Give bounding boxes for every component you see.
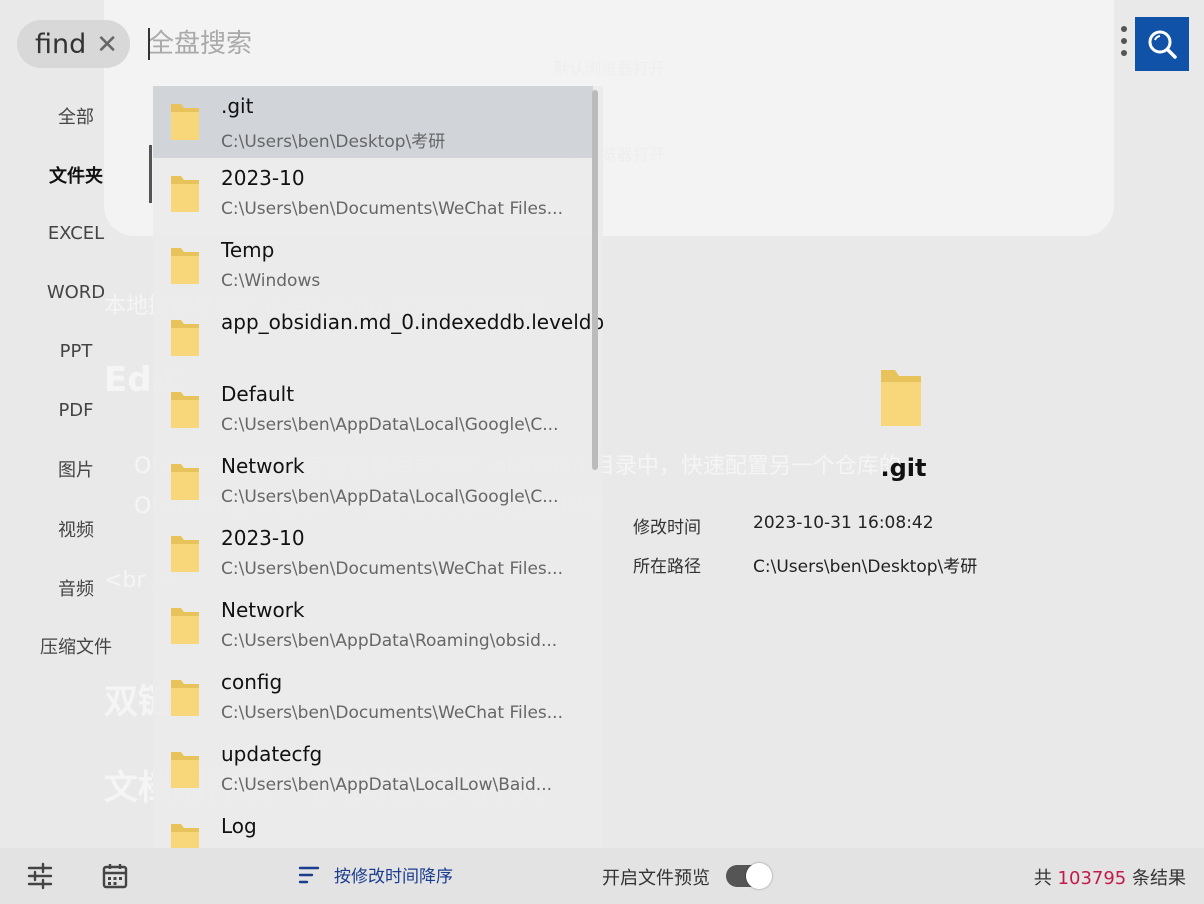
folder-icon (171, 176, 199, 212)
results-list: .git C:\Users\ben\Desktop\考研 2023-10 C:\… (153, 86, 603, 848)
result-count: 共 103795 条结果 (1034, 864, 1186, 890)
result-name: app_obsidian.md_0.indexeddb.leveldb (221, 310, 603, 334)
result-path: C:\Users\ben\Documents\WeChat Files... (221, 199, 563, 219)
sidebar-item-word[interactable]: WORD (0, 272, 152, 312)
result-row[interactable]: Temp C:\Windows (153, 230, 593, 302)
result-name: Default (221, 382, 295, 406)
folder-icon (171, 392, 199, 428)
result-row[interactable]: app_obsidian.md_0.indexeddb.leveldb (153, 302, 603, 374)
sidebar-item-archive[interactable]: 压缩文件 (0, 626, 152, 666)
result-row[interactable]: 2023-10 C:\Users\ben\Documents\WeChat Fi… (153, 518, 593, 590)
folder-icon (171, 104, 199, 140)
result-name: updatecfg (221, 742, 323, 766)
result-path: C:\Users\ben\AppData\Roaming\obsid... (221, 631, 558, 651)
search-chip-label: find (35, 28, 87, 60)
results-scrollbar[interactable] (592, 90, 598, 470)
search-button[interactable] (1135, 17, 1189, 71)
count-prefix: 共 (1033, 868, 1052, 889)
result-name: Log (221, 814, 257, 838)
folder-icon (171, 248, 199, 284)
result-row[interactable]: .git C:\Users\ben\Desktop\考研 (153, 86, 593, 158)
sort-descending-icon (298, 866, 320, 883)
close-icon[interactable]: ✕ (96, 30, 118, 60)
result-row[interactable]: Default C:\Users\ben\AppData\Local\Googl… (153, 374, 593, 446)
modified-time-label: 修改时间 (633, 518, 701, 538)
result-name: Network (221, 454, 305, 478)
result-name: config (221, 670, 283, 694)
sidebar-item-video[interactable]: 视频 (0, 509, 152, 549)
folder-icon (171, 464, 199, 500)
result-row[interactable]: Network C:\Users\ben\AppData\Local\Googl… (153, 446, 593, 518)
search-icon (1148, 30, 1177, 59)
sidebar-item-audio[interactable]: 音频 (0, 568, 152, 608)
folder-icon (171, 320, 199, 356)
folder-icon (171, 680, 199, 716)
result-path: C:\Users\ben\AppData\Local\Google\C... (221, 487, 559, 507)
result-name: Temp (221, 238, 275, 262)
search-scope-chip[interactable]: find ✕ (17, 20, 130, 68)
sidebar-item-ppt[interactable]: PPT (0, 331, 152, 371)
sidebar-item-excel[interactable]: EXCEL (0, 213, 152, 253)
calendar-icon[interactable] (101, 862, 129, 890)
result-row[interactable]: updatecfg C:\Users\ben\AppData\LocalLow\… (153, 734, 593, 806)
result-path: C:\Users\ben\Documents\WeChat Files... (221, 559, 563, 579)
result-row[interactable]: Network C:\Users\ben\AppData\Roaming\obs… (153, 590, 593, 662)
sidebar-item-pdf[interactable]: PDF (0, 390, 152, 430)
search-input[interactable] (148, 24, 1048, 64)
sidebar-item-all[interactable]: 全部 (0, 96, 152, 136)
result-row[interactable]: 2023-10 C:\Users\ben\Documents\WeChat Fi… (153, 158, 593, 230)
result-path: C:\Users\ben\AppData\LocalLow\Baid... (221, 775, 553, 795)
folder-icon (171, 752, 199, 788)
folder-icon (171, 536, 199, 572)
preview-toggle[interactable] (726, 863, 772, 889)
result-path: C:\Users\ben\Desktop\考研 (221, 132, 446, 152)
result-name: 2023-10 (221, 526, 305, 550)
count-number: 103795 (1057, 868, 1127, 889)
more-vertical-icon[interactable] (1118, 26, 1130, 62)
count-suffix: 条结果 (1132, 868, 1186, 889)
location-value[interactable]: C:\Users\ben\Desktop\考研 (753, 552, 977, 577)
sidebar-item-folder[interactable]: 文件夹 (0, 155, 152, 195)
preview-panel: .git 修改时间 2023-10-31 16:08:42 所在路径 C:\Us… (603, 236, 1204, 848)
sort-label: 按修改时间降序 (334, 867, 453, 887)
filter-settings-icon[interactable] (26, 862, 54, 890)
sort-button[interactable]: 按修改时间降序 (298, 862, 453, 887)
preview-toggle-label: 开启文件预览 (602, 868, 710, 889)
sidebar-item-image[interactable]: 图片 (0, 449, 152, 489)
result-path: C:\Users\ben\AppData\Local\Google\C... (221, 415, 559, 435)
result-path: C:\Users\ben\Documents\WeChat Files... (221, 703, 563, 723)
folder-icon (171, 608, 199, 644)
result-name: .git (221, 94, 254, 118)
result-row[interactable]: config C:\Users\ben\Documents\WeChat Fil… (153, 662, 593, 734)
text-caret (148, 28, 150, 60)
modified-time-value: 2023-10-31 16:08:42 (753, 513, 934, 533)
result-path: C:\Windows (221, 271, 321, 291)
folder-icon (171, 824, 199, 848)
result-name: Network (221, 598, 305, 622)
top-bar: find ✕ (0, 0, 1204, 88)
result-name: 2023-10 (221, 166, 305, 190)
result-row[interactable]: Log (153, 806, 593, 848)
active-tab-indicator (149, 145, 152, 203)
category-sidebar: 全部 文件夹 EXCEL WORD PPT PDF 图片 视频 音频 压缩文件 (0, 88, 152, 848)
preview-title: .git (880, 454, 927, 482)
folder-icon (881, 370, 921, 426)
bottom-bar: 按修改时间降序 开启文件预览 共 103795 条结果 (0, 848, 1204, 904)
location-label: 所在路径 (633, 557, 701, 577)
